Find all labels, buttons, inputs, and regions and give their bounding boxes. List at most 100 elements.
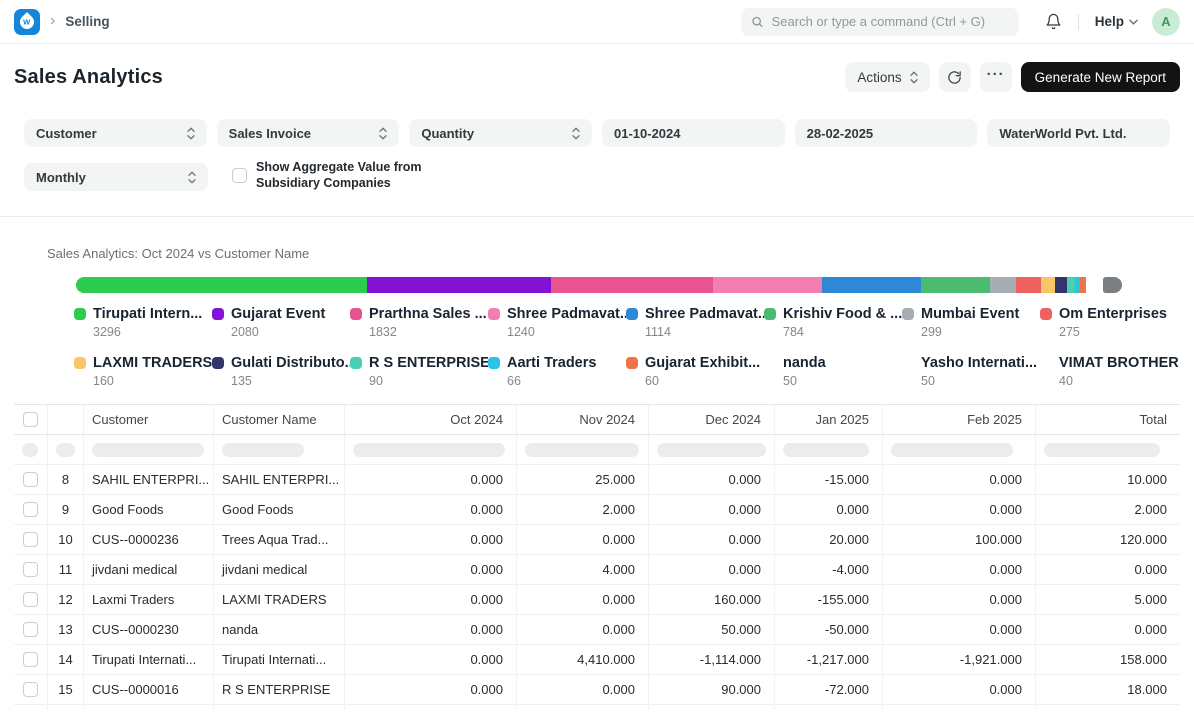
cell-customer-name[interactable]: nanda — [214, 615, 345, 644]
legend-item[interactable]: Gulati Distributo...135 — [212, 355, 350, 388]
user-avatar[interactable]: A — [1152, 8, 1180, 36]
more-menu-button[interactable]: ··· — [980, 62, 1012, 92]
cell-value: 0.000 — [517, 615, 649, 644]
select-all-checkbox[interactable] — [23, 412, 38, 427]
generate-report-button[interactable]: Generate New Report — [1021, 62, 1180, 92]
legend-item-top: Aarti Traders — [488, 355, 626, 371]
cell-customer-name[interactable]: jivdani medical — [214, 555, 345, 584]
search-input[interactable] — [772, 14, 1009, 29]
legend-item[interactable]: Tirupati Intern...3296 — [74, 306, 212, 339]
cell-customer[interactable]: CUS--0000016 — [84, 675, 214, 704]
legend-item[interactable]: LAXMI TRADERS160 — [74, 355, 212, 388]
refresh-button[interactable] — [939, 62, 971, 92]
legend-item-top: Tirupati Intern... — [74, 306, 212, 322]
legend-item[interactable]: Gujarat Event2080 — [212, 306, 350, 339]
bar-segment[interactable] — [1055, 277, 1067, 293]
legend-item[interactable]: Shree Padmavat...1240 — [488, 306, 626, 339]
global-search[interactable] — [741, 8, 1019, 36]
cell-customer[interactable]: CUS--0000230 — [84, 615, 214, 644]
legend-item[interactable]: Gujarat Exhibit...60 — [626, 355, 764, 388]
row-checkbox[interactable] — [23, 622, 38, 637]
filter-from-date-input[interactable]: 01-10-2024 — [602, 119, 785, 147]
row-checkbox[interactable] — [23, 592, 38, 607]
app-logo[interactable]: w — [14, 9, 40, 35]
filter-tree-type-select[interactable]: Customer — [24, 119, 207, 147]
legend-item[interactable]: Krishiv Food & ...784 — [764, 306, 902, 339]
partial-cell — [1036, 705, 1180, 710]
cell-customer-name[interactable]: Trees Aqua Trad... — [214, 525, 345, 554]
cell-value: 0.000 — [345, 615, 517, 644]
bar-segment[interactable] — [822, 277, 920, 293]
cell-customer[interactable]: jivdani medical — [84, 555, 214, 584]
legend-item[interactable]: Shree Padmavat...1114 — [626, 306, 764, 339]
bar-segment[interactable] — [1067, 277, 1075, 293]
bar-segment[interactable] — [1041, 277, 1055, 293]
aggregate-checkbox[interactable] — [232, 168, 247, 183]
filter-company-input[interactable]: WaterWorld Pvt. Ltd. — [987, 119, 1170, 147]
cell-value: 0.000 — [345, 645, 517, 674]
bar-segment[interactable] — [1094, 277, 1098, 293]
column-header-jan-2025[interactable]: Jan 2025 — [775, 405, 883, 434]
column-header-customer[interactable]: Customer — [84, 405, 214, 434]
table-row: 10CUS--0000236Trees Aqua Trad...0.0000.0… — [14, 525, 1180, 555]
cell-customer-name[interactable]: SAHIL ENTERPRI... — [214, 465, 345, 494]
skeleton-pill — [222, 443, 304, 457]
bar-segment[interactable] — [921, 277, 990, 293]
row-checkbox[interactable] — [23, 472, 38, 487]
bar-segment[interactable] — [1016, 277, 1040, 293]
cell-customer-name[interactable]: LAXMI TRADERS — [214, 585, 345, 614]
cell-customer[interactable]: Tirupati Internati... — [84, 645, 214, 674]
notifications-button[interactable] — [1045, 13, 1062, 30]
cell-customer-name[interactable]: Good Foods — [214, 495, 345, 524]
cell-value: 0.000 — [345, 585, 517, 614]
cell-value: 0.000 — [649, 465, 775, 494]
help-menu-button[interactable]: Help — [1095, 14, 1138, 29]
cell-value: 120.000 — [1036, 525, 1180, 554]
cell-customer[interactable]: Laxmi Traders — [84, 585, 214, 614]
column-header-dec-2024[interactable]: Dec 2024 — [649, 405, 775, 434]
legend-value: 90 — [369, 374, 488, 388]
filter-based-on-select[interactable]: Sales Invoice — [217, 119, 400, 147]
bar-segment[interactable] — [367, 277, 551, 293]
column-header-oct-2024[interactable]: Oct 2024 — [345, 405, 517, 434]
row-checkbox[interactable] — [23, 502, 38, 517]
legend-value: 1114 — [645, 325, 764, 339]
legend-item[interactable]: R S ENTERPRISE90 — [350, 355, 488, 388]
legend-item[interactable]: Yasho Internati...50 — [902, 355, 1040, 388]
column-header-nov-2024[interactable]: Nov 2024 — [517, 405, 649, 434]
skeleton-cell — [84, 435, 214, 464]
row-checkbox[interactable] — [23, 562, 38, 577]
cell-customer[interactable]: CUS--0000236 — [84, 525, 214, 554]
bar-segment[interactable] — [713, 277, 823, 293]
row-checkbox[interactable] — [23, 682, 38, 697]
legend-item[interactable]: Mumbai Event299 — [902, 306, 1040, 339]
row-checkbox[interactable] — [23, 532, 38, 547]
bar-segment[interactable] — [76, 277, 367, 293]
legend-item[interactable]: Om Enterprises275 — [1040, 306, 1178, 339]
legend-label: Krishiv Food & ... — [783, 306, 902, 322]
legend-item[interactable]: VIMAT BROTHERS40 — [1040, 355, 1178, 388]
cell-customer[interactable]: SAHIL ENTERPRI... — [84, 465, 214, 494]
bar-segment-others[interactable] — [1103, 277, 1122, 293]
actions-button[interactable]: Actions — [845, 62, 929, 92]
cell-customer[interactable]: Good Foods — [84, 495, 214, 524]
breadcrumb-selling[interactable]: Selling — [65, 14, 109, 29]
filter-range-select[interactable]: Monthly — [24, 163, 208, 191]
bar-segment[interactable] — [990, 277, 1016, 293]
column-header-customer-name[interactable]: Customer Name — [214, 405, 345, 434]
legend-item[interactable]: Prarthna Sales ...1832 — [350, 306, 488, 339]
column-header-total[interactable]: Total — [1036, 405, 1180, 434]
bar-segment[interactable] — [551, 277, 713, 293]
filter-value-quantity-select[interactable]: Quantity — [409, 119, 592, 147]
cell-value: 0.000 — [345, 525, 517, 554]
legend-item[interactable]: nanda50 — [764, 355, 902, 388]
legend-item[interactable]: Aarti Traders66 — [488, 355, 626, 388]
aggregate-checkbox-label[interactable]: Show Aggregate Value from Subsidiary Com… — [256, 160, 422, 191]
table-header-row: CustomerCustomer NameOct 2024Nov 2024Dec… — [14, 405, 1180, 435]
legend-marker-icon — [74, 308, 86, 320]
cell-customer-name[interactable]: Tirupati Internati... — [214, 645, 345, 674]
row-checkbox[interactable] — [23, 652, 38, 667]
filter-to-date-input[interactable]: 28-02-2025 — [795, 119, 978, 147]
cell-customer-name[interactable]: R S ENTERPRISE — [214, 675, 345, 704]
column-header-feb-2025[interactable]: Feb 2025 — [883, 405, 1036, 434]
